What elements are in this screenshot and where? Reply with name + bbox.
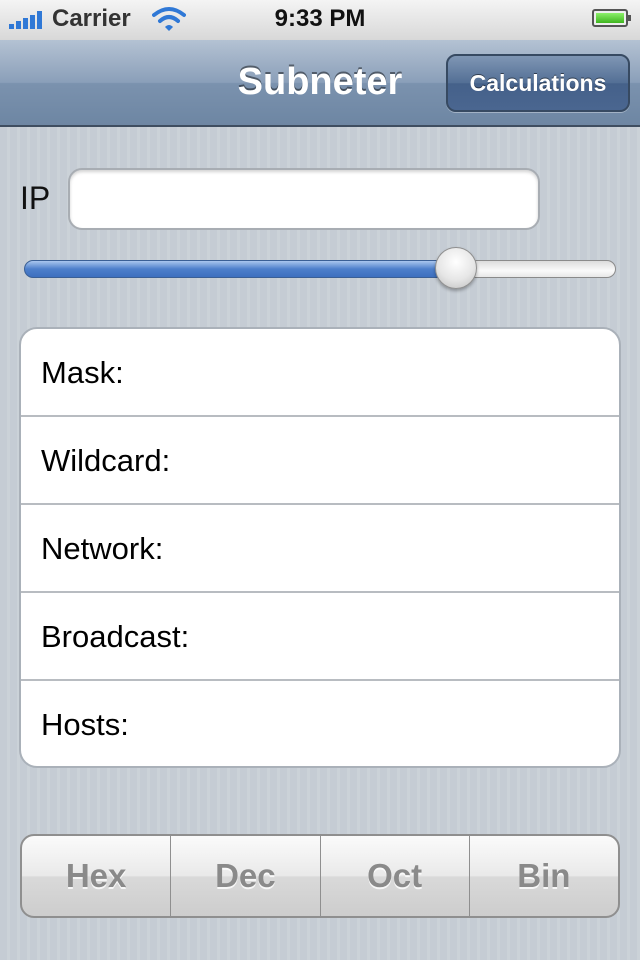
segment-bin[interactable]: Bin bbox=[470, 836, 618, 916]
network-row: Network: bbox=[21, 505, 619, 593]
prefix-slider[interactable] bbox=[24, 247, 616, 289]
number-base-segmented-control: Hex Dec Oct Bin bbox=[20, 834, 620, 918]
navigation-bar: Subneter Calculations bbox=[0, 40, 640, 127]
slider-track-empty bbox=[456, 260, 616, 278]
calculations-button[interactable]: Calculations bbox=[446, 54, 630, 112]
slider-thumb[interactable] bbox=[435, 247, 477, 289]
hosts-row: Hosts: bbox=[41, 707, 129, 742]
results-table: Mask: Wildcard: Network: Broadcast: Host… bbox=[19, 327, 621, 768]
segment-oct[interactable]: Oct bbox=[321, 836, 470, 916]
segment-dec[interactable]: Dec bbox=[171, 836, 321, 916]
wildcard-row: Wildcard: bbox=[21, 417, 619, 505]
status-bar: Carrier 9:33 PM bbox=[0, 0, 640, 41]
battery-icon bbox=[592, 9, 631, 27]
mask-row: Mask: bbox=[21, 329, 619, 417]
segment-hex[interactable]: Hex bbox=[22, 836, 172, 916]
clock: 9:33 PM bbox=[274, 5, 366, 32]
ip-label: IP bbox=[20, 180, 51, 216]
slider-track-filled bbox=[24, 260, 456, 278]
broadcast-row: Broadcast: bbox=[21, 593, 619, 681]
ip-input[interactable] bbox=[68, 168, 540, 230]
